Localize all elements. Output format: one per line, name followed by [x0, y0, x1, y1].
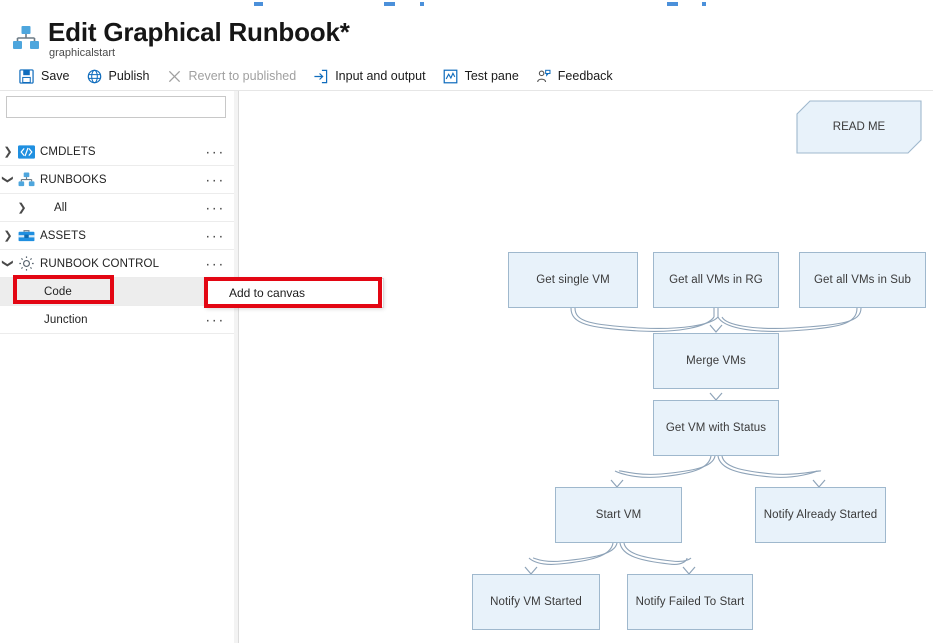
gear-icon [16, 256, 36, 272]
runbook-canvas[interactable]: READ ME Get single VM Get all VMs in RG … [239, 91, 933, 643]
canvas-node-label: Get all VMs in RG [669, 274, 763, 286]
input-and-output-button[interactable]: Input and output [312, 68, 426, 85]
tree-item-label: All [54, 201, 68, 214]
tree-item-cmdlets[interactable]: ❯ CMDLETS ··· [0, 138, 234, 166]
canvas-node-get-vm-with-status[interactable]: Get VM with Status [653, 400, 779, 456]
tree-item-label: ASSETS [40, 229, 86, 242]
tree-item-label: RUNBOOK CONTROL [40, 257, 160, 270]
tree-item-spacer [30, 200, 50, 216]
canvas-node-label: Notify Failed To Start [635, 596, 745, 608]
tree-item-menu-icon[interactable]: ··· [205, 172, 225, 187]
code-brackets-icon [16, 144, 36, 160]
library-tree: ❯ CMDLETS ··· ❯ RUNBOOKS ··· ❯ All ··· ❯… [0, 138, 234, 334]
revert-to-published-button[interactable]: Revert to published [166, 68, 297, 85]
menu-item-add-to-canvas[interactable]: Add to canvas [229, 286, 305, 300]
chevron-right-icon[interactable]: ❯ [0, 145, 16, 158]
cutoff-top-strip [0, 0, 933, 7]
canvas-node-label: Notify Already Started [763, 509, 878, 521]
canvas-node-label: Merge VMs [686, 355, 746, 367]
canvas-node-label: Start VM [595, 509, 642, 521]
canvas-node-notify-already-started[interactable]: Notify Already Started [755, 487, 886, 543]
test-pane-button[interactable]: Test pane [442, 68, 519, 85]
chart-pane-icon [442, 68, 459, 85]
canvas-node-read-me[interactable]: READ ME [796, 100, 922, 154]
context-menu: Add to canvas [206, 278, 384, 308]
tree-item-label: Junction [44, 313, 88, 326]
command-bar: Save Publish Revert to published Input a… [0, 63, 933, 89]
tree-item-menu-icon[interactable]: ··· [205, 312, 225, 327]
save-button[interactable]: Save [18, 68, 70, 85]
tree-item-menu-icon[interactable]: ··· [205, 228, 225, 243]
input-output-icon [312, 68, 329, 85]
tree-item-assets[interactable]: ❯ ASSETS ··· [0, 222, 234, 250]
publish-label: Publish [108, 69, 150, 83]
chevron-down-icon[interactable]: ❯ [2, 256, 15, 272]
cutoff-fragment [420, 2, 424, 6]
cutoff-fragment [702, 2, 706, 6]
globe-icon [86, 68, 103, 85]
page-subtitle: graphicalstart [49, 47, 116, 59]
canvas-node-merge-vms[interactable]: Merge VMs [653, 333, 779, 389]
tree-item-runbook-control[interactable]: ❯ RUNBOOK CONTROL ··· [0, 250, 234, 278]
chevron-down-icon[interactable]: ❯ [2, 172, 15, 188]
canvas-node-label: Notify VM Started [490, 596, 582, 608]
canvas-node-label: READ ME [832, 121, 886, 133]
feedback-label: Feedback [557, 69, 613, 83]
library-sidebar: ❯ CMDLETS ··· ❯ RUNBOOKS ··· ❯ All ··· ❯… [0, 91, 234, 643]
save-icon [18, 68, 35, 85]
tree-item-label: RUNBOOKS [40, 173, 107, 186]
tree-item-menu-icon[interactable]: ··· [205, 144, 225, 159]
connector-layer [524, 307, 862, 575]
feedback-button[interactable]: Feedback [535, 68, 613, 85]
canvas-node-start-vm[interactable]: Start VM [555, 487, 682, 543]
library-search [6, 96, 226, 118]
tree-item-code[interactable]: Code [0, 278, 234, 306]
canvas-node-label: Get all VMs in Sub [813, 274, 912, 286]
canvas-node-get-all-vms-in-sub[interactable]: Get all VMs in Sub [799, 252, 926, 308]
feedback-icon [535, 68, 552, 85]
tree-item-junction[interactable]: Junction ··· [0, 306, 234, 334]
briefcase-icon [16, 228, 36, 244]
tree-item-label: CMDLETS [40, 145, 96, 158]
publish-button[interactable]: Publish [86, 68, 150, 85]
canvas-node-label: Get VM with Status [665, 422, 767, 434]
revert-to-published-label: Revert to published [188, 69, 297, 83]
chevron-right-icon[interactable]: ❯ [14, 201, 30, 214]
canvas-node-label: Get single VM [536, 274, 610, 286]
cutoff-fragment [254, 2, 263, 6]
save-label: Save [41, 69, 70, 83]
chevron-right-icon[interactable]: ❯ [0, 229, 16, 242]
test-pane-label: Test pane [464, 69, 519, 83]
hierarchy-icon [16, 172, 36, 188]
tree-item-menu-icon[interactable]: ··· [205, 200, 225, 215]
canvas-node-get-single-vm[interactable]: Get single VM [508, 252, 638, 308]
tree-item-all[interactable]: ❯ All ··· [0, 194, 234, 222]
hierarchy-icon [12, 25, 40, 51]
page-header: Edit Graphical Runbook* ··· graphicalsta… [0, 7, 933, 62]
canvas-node-get-all-vms-in-rg[interactable]: Get all VMs in RG [653, 252, 779, 308]
tree-item-label: Code [44, 285, 72, 298]
tree-item-runbooks[interactable]: ❯ RUNBOOKS ··· [0, 166, 234, 194]
search-input[interactable] [6, 96, 226, 118]
cutoff-fragment [667, 2, 678, 6]
cutoff-fragment [384, 2, 395, 6]
tree-item-menu-icon[interactable]: ··· [205, 256, 225, 271]
canvas-node-notify-vm-started[interactable]: Notify VM Started [472, 574, 600, 630]
close-x-icon [166, 68, 183, 85]
page-title-more-icon[interactable]: ··· [296, 25, 317, 42]
input-and-output-label: Input and output [335, 69, 426, 83]
canvas-node-notify-failed-to-start[interactable]: Notify Failed To Start [627, 574, 753, 630]
